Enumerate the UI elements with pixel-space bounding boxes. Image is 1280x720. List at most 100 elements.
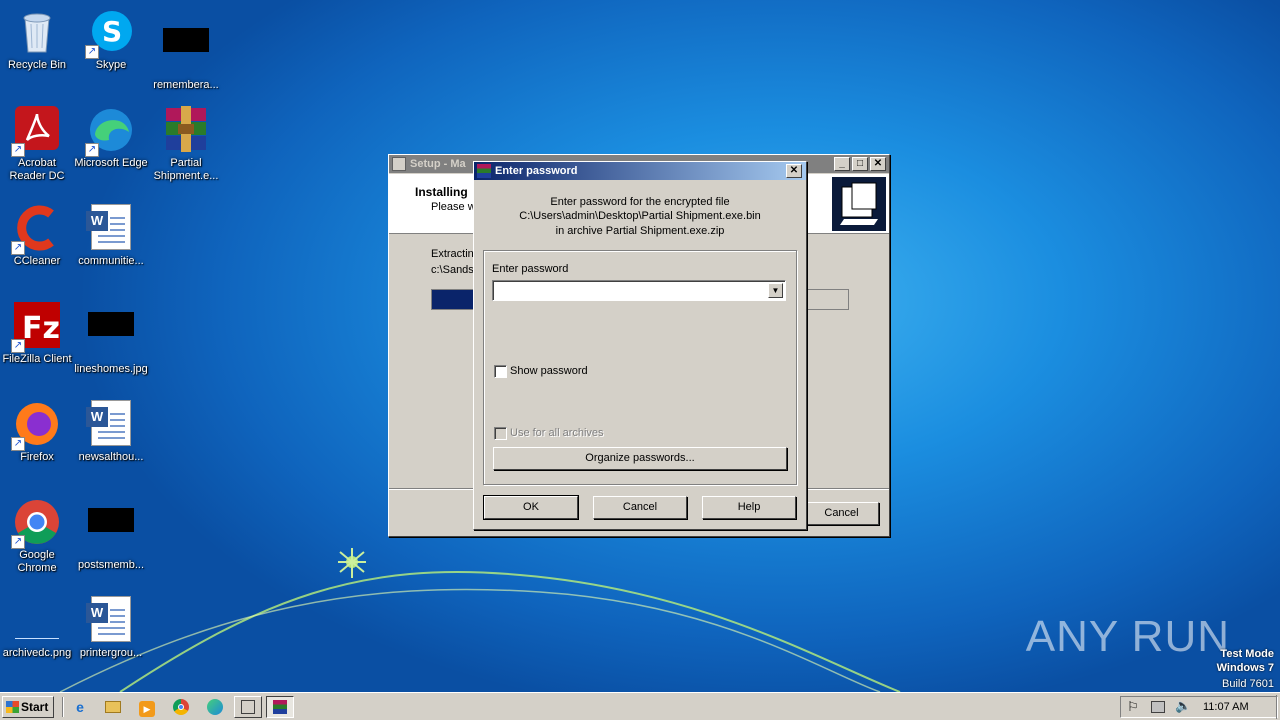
edge-taskbar-icon[interactable]	[203, 696, 227, 718]
password-dialog-titlebar[interactable]: Enter password ✕	[474, 162, 806, 180]
start-label: Start	[21, 700, 49, 714]
desktop-icon-acrobat[interactable]: ↗ Acrobat Reader DC	[0, 106, 74, 183]
minimize-button[interactable]: _	[834, 157, 850, 171]
skype-icon: S ↗	[85, 8, 135, 59]
acrobat-icon: ↗	[11, 106, 61, 157]
password-dialog-title: Enter password	[495, 165, 578, 177]
dialog-message-line1: Enter password for the encrypted file	[550, 196, 730, 208]
shortcut-arrow-icon: ↗	[85, 45, 99, 59]
show-desktop-button[interactable]	[1276, 695, 1280, 719]
taskbar-separator	[62, 697, 64, 717]
image-file-icon	[162, 28, 210, 76]
svg-text:Fz: Fz	[22, 311, 60, 346]
show-password-label[interactable]: Show password	[510, 365, 588, 377]
use-for-all-label: Use for all archives	[510, 427, 604, 439]
shortcut-arrow-icon: ↗	[11, 339, 25, 353]
desktop-icon-communitie[interactable]: W communitie...	[74, 204, 148, 268]
desktop-icon-archivedc[interactable]: archivedc.png	[0, 596, 74, 660]
clock[interactable]: 11:07 AM	[1203, 701, 1249, 713]
build-label: Build 7601	[1222, 678, 1274, 690]
shortcut-arrow-icon: ↗	[11, 241, 25, 255]
shortcut-arrow-icon: ↗	[11, 143, 25, 157]
setup-subheading: Please w	[431, 201, 476, 213]
icon-label: communitie...	[78, 255, 144, 267]
icon-label: archivedc.png	[2, 647, 72, 659]
icon-label: Recycle Bin	[7, 59, 67, 71]
desktop-icon-lineshomes[interactable]: lineshomes.jpg	[74, 302, 148, 376]
desktop-icon-partial-shipment[interactable]: Partial Shipment.e...	[149, 106, 223, 183]
start-button[interactable]: Start	[2, 696, 54, 718]
taskbar: Start e ▶ ⚐ 🔈 11:07 AM	[0, 692, 1280, 720]
desktop-icon-edge[interactable]: ↗ Microsoft Edge	[74, 106, 148, 170]
desktop-icon-filezilla[interactable]: Fz ↗ FileZilla Client	[0, 302, 74, 366]
show-password-checkbox[interactable]	[494, 365, 507, 378]
use-for-all-checkbox[interactable]	[494, 427, 507, 440]
desktop-icon-skype[interactable]: S ↗ Skype	[74, 8, 148, 72]
close-button[interactable]: ✕	[870, 157, 886, 171]
cancel-button[interactable]: Cancel	[593, 496, 687, 519]
chrome-taskbar-icon[interactable]	[169, 696, 193, 718]
word-document-icon: W	[86, 204, 135, 252]
installer-logo-icon	[832, 177, 886, 231]
filezilla-icon: Fz ↗	[11, 302, 61, 353]
desktop-icon-chrome[interactable]: ↗ Google Chrome	[0, 498, 74, 575]
anyrun-watermark: ANY RUN	[1025, 612, 1230, 661]
desktop-icon-ccleaner[interactable]: ↗ CCleaner	[0, 204, 74, 268]
media-player-icon[interactable]: ▶	[135, 696, 159, 718]
internet-explorer-icon[interactable]: e	[68, 696, 92, 718]
setup-app-icon	[392, 157, 406, 171]
winrar-taskbar-button[interactable]	[266, 696, 294, 718]
svg-text:S: S	[102, 15, 122, 48]
maximize-button[interactable]: □	[852, 157, 868, 171]
flag-notification-icon[interactable]: ⚐	[1127, 699, 1139, 715]
password-dialog: Enter password ✕ Enter password for the …	[473, 161, 807, 530]
word-document-icon: W	[86, 596, 135, 644]
progress-fill	[432, 290, 474, 309]
icon-label: CCleaner	[13, 255, 61, 267]
shortcut-arrow-icon: ↗	[11, 535, 25, 549]
word-document-icon: W	[86, 400, 135, 448]
file-explorer-icon[interactable]	[101, 696, 125, 718]
volume-icon[interactable]: 🔈	[1175, 698, 1191, 714]
desktop-icon-firefox[interactable]: ↗ Firefox	[0, 400, 74, 464]
winrar-small-icon	[477, 164, 491, 178]
icon-label: FileZilla Client	[2, 353, 72, 365]
icon-label: Google Chrome	[17, 549, 57, 574]
windows-flag-icon	[6, 701, 19, 713]
help-button[interactable]: Help	[702, 496, 796, 519]
password-combobox[interactable]: ▼	[492, 280, 786, 301]
setup-taskbar-button[interactable]	[234, 696, 262, 718]
icon-label: Partial Shipment.e...	[153, 157, 219, 182]
icon-label: Firefox	[20, 451, 54, 463]
setup-cancel-button[interactable]: Cancel	[804, 502, 879, 525]
organize-passwords-button[interactable]: Organize passwords...	[493, 447, 787, 470]
dialog-message-line3: in archive Partial Shipment.exe.zip	[555, 225, 725, 237]
icon-label: Microsoft Edge	[74, 157, 148, 169]
image-file-icon	[13, 596, 61, 644]
recycle-bin-icon	[13, 8, 61, 56]
extracting-path: c:\Sands	[431, 264, 474, 276]
desktop-icon-printergrou[interactable]: W printergrou...	[74, 596, 148, 660]
close-button[interactable]: ✕	[786, 164, 802, 178]
desktop-icon-remembera[interactable]: remembera...	[149, 8, 223, 92]
icon-label: remembera...	[153, 79, 219, 91]
icon-label: newsalthou...	[78, 451, 144, 463]
image-file-icon	[87, 508, 135, 556]
network-icon[interactable]	[1151, 701, 1165, 713]
shortcut-arrow-icon: ↗	[11, 437, 25, 451]
desktop-icon-newsalthou[interactable]: W newsalthou...	[74, 400, 148, 464]
edge-icon: ↗	[85, 106, 135, 157]
system-tray: ⚐ 🔈 11:07 AM	[1120, 696, 1278, 718]
ok-button[interactable]: OK	[483, 495, 579, 520]
icon-label: Acrobat Reader DC	[9, 157, 65, 182]
extracting-label: Extractin	[431, 248, 474, 260]
chevron-down-icon[interactable]: ▼	[768, 283, 783, 298]
desktop-icon-postsmemb[interactable]: postsmemb...	[74, 498, 148, 572]
icon-label: printergrou...	[79, 647, 143, 659]
icon-label: Skype	[95, 59, 127, 71]
password-label: Enter password	[492, 263, 569, 275]
chrome-icon: ↗	[11, 498, 61, 549]
desktop-icon-recycle-bin[interactable]: Recycle Bin	[0, 8, 74, 72]
icon-label: postsmemb...	[77, 559, 145, 571]
dialog-message-line2: C:\Users\admin\Desktop\Partial Shipment.…	[519, 210, 761, 222]
